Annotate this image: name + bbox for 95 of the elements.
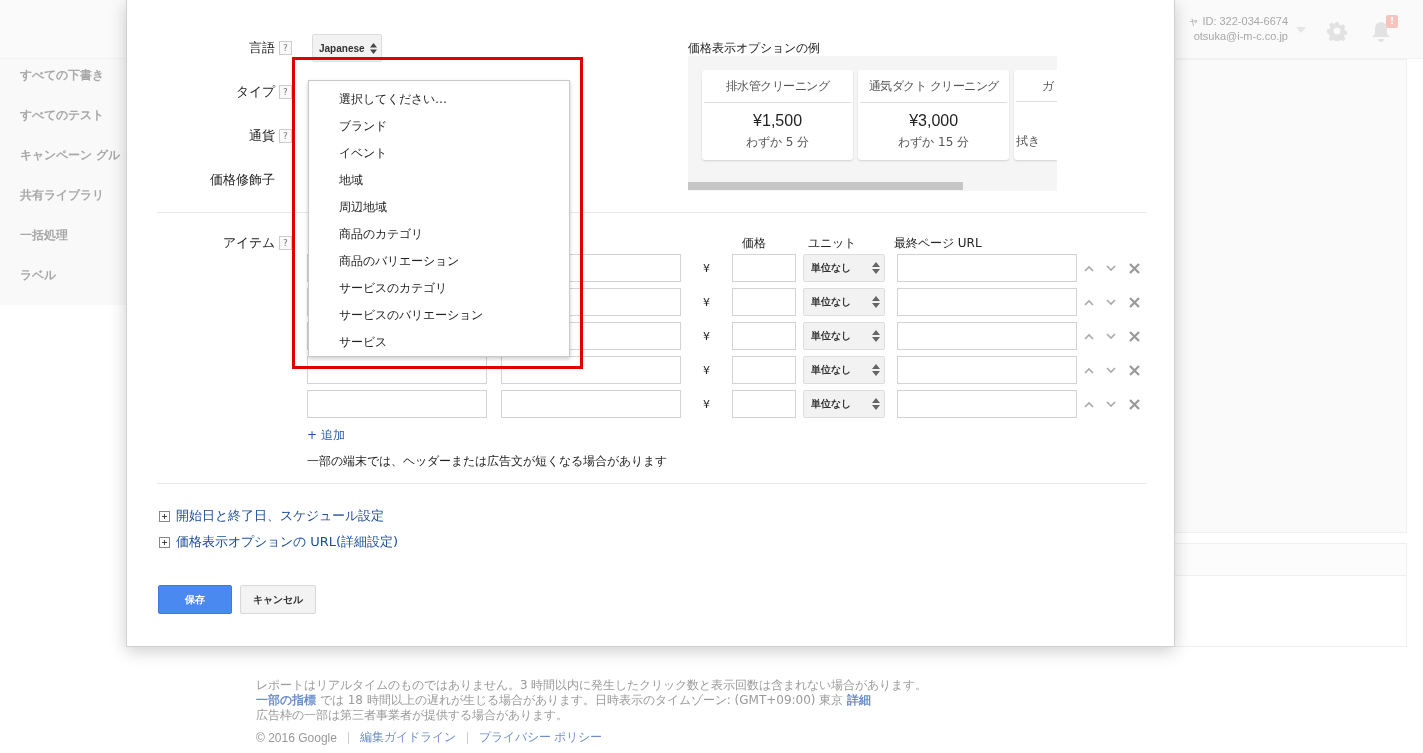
chevron-down-icon[interactable] [1106,400,1116,408]
note-text: 一部の端末では、ヘッダーまたは広告文が短くなる場合があります [307,453,667,469]
dropdown-option[interactable]: サービスのバリエーション [339,302,483,329]
dropdown-option[interactable]: サービスのカテゴリ [339,275,447,302]
card-price: ¥1,500 [753,111,803,131]
unit-select[interactable]: 単位なし [803,356,885,384]
card-subtitle: 拭き [1016,133,1041,150]
card-title: 排水管クリーニング [704,70,852,103]
field-label: 価格修飾子 [209,171,275,189]
url-field[interactable] [897,322,1077,350]
account-id: ャ ID: 322-034-6674 [1188,14,1288,29]
currency-symbol: ¥ [702,397,711,411]
sort-arrows-icon [872,262,880,274]
dropdown-option[interactable]: 地域 [339,167,363,194]
price-field[interactable] [732,322,796,350]
account-email: otsuka@i-m-c.co.jp [1193,30,1288,42]
cancel-button[interactable]: キャンセル [240,585,316,614]
copyright-text: © 2016 Google [256,730,337,745]
footer-link[interactable]: プライバシー ポリシー [478,729,603,746]
chevron-up-icon[interactable] [1084,400,1094,408]
unit-select[interactable]: 単位なし [803,322,885,350]
dropdown-option[interactable]: ブランド [339,113,387,140]
field-label: 通貨 [248,127,275,145]
field-label: 言語 [248,39,275,57]
close-icon[interactable] [1129,262,1140,274]
url-field[interactable] [897,254,1077,282]
url-field[interactable] [897,288,1077,316]
dropdown-option[interactable]: イベント [339,140,387,167]
sort-arrows-icon [872,330,880,342]
add-link[interactable]: + 追加 [307,426,345,444]
currency-symbol: ¥ [702,363,711,377]
dropdown-option[interactable]: 選択してください… [339,86,447,113]
url-field[interactable] [897,356,1077,384]
close-icon[interactable] [1129,330,1140,342]
help-button[interactable]: ? [279,85,292,99]
close-icon[interactable] [1129,296,1140,308]
notification-badge: ! [1386,15,1398,28]
plus-box-icon[interactable] [159,510,170,522]
field-label: タイプ [235,83,275,101]
card-title: 通気ダクト クリーニング [860,70,1008,103]
column-header: ユニット [808,234,856,252]
language-select[interactable]: Japanese [312,34,382,62]
unit-select[interactable]: 単位なし [803,288,885,316]
unit-select[interactable]: 単位なし [803,390,885,418]
chevron-down-icon[interactable] [1106,332,1116,340]
expander-link[interactable]: 開始日と終了日、スケジュール設定 [176,507,384,525]
footer-note: 広告枠の一部は第三者事業者が提供する場合があります。 [256,708,569,723]
dropdown-option[interactable]: 商品のカテゴリ [339,221,423,248]
chevron-up-icon[interactable] [1084,298,1094,306]
card-subtitle: わずか 15 分 [898,134,970,151]
price-field[interactable] [732,390,796,418]
unit-select[interactable]: 単位なし [803,254,885,282]
close-icon[interactable] [1129,398,1140,410]
input-field[interactable] [307,390,487,418]
column-header: 最終ページ URL [894,234,982,252]
plus-box-icon[interactable] [159,536,170,548]
sort-arrows-icon [872,398,880,410]
dropdown-option[interactable]: 周辺地域 [339,194,387,221]
column-header: 価格 [742,234,766,252]
help-button[interactable]: ? [279,129,292,143]
card-subtitle: わずか 5 分 [745,134,810,151]
price-field[interactable] [732,288,796,316]
card-price: ¥3,000 [909,111,959,131]
footer-link[interactable]: 編集ガイドライン [359,729,456,746]
help-button[interactable]: ? [279,41,292,55]
input-field[interactable] [501,356,681,384]
help-button[interactable]: ? [279,236,292,250]
close-icon[interactable] [1129,364,1140,376]
footer-note: 一部の指標 では 18 時間以上の遅れが生じる場合があります。日時表示のタイムゾーン: (GMT+09:00) 東京 詳細 [256,693,873,708]
chevron-down-icon[interactable] [1106,366,1116,374]
field-label: アイテム [222,234,275,252]
price-field[interactable] [732,356,796,384]
sort-arrows-icon [872,296,880,308]
settings-icon[interactable] [1327,21,1347,41]
currency-symbol: ¥ [702,329,711,343]
dropdown-option[interactable]: 商品のバリエーション [339,248,459,275]
currency-symbol: ¥ [702,295,711,309]
chevron-down-icon[interactable] [1106,298,1116,306]
currency-symbol: ¥ [702,261,711,275]
url-field[interactable] [897,390,1077,418]
chevron-up-icon[interactable] [1084,264,1094,272]
card-title: ガ [1016,70,1057,102]
input-field[interactable] [501,390,681,418]
preview-title: 価格表示オプションの例 [688,40,821,56]
footer-note: レポートはリアルタイムのものではありません。3 時間以内に発生したクリック数と表示回数は含まれない場合があります。 [256,678,928,693]
bell-icon[interactable] [1371,20,1391,42]
chevron-up-icon[interactable] [1084,366,1094,374]
price-field[interactable] [732,254,796,282]
chevron-up-icon[interactable] [1084,332,1094,340]
sort-arrows-icon [369,42,377,54]
sort-arrows-icon [872,364,880,376]
expander-link[interactable]: 価格表示オプションの URL(詳細設定) [176,533,399,551]
scrollbar-thumb[interactable] [688,182,963,190]
dropdown-option[interactable]: サービス [339,329,387,356]
chevron-down-icon[interactable] [1106,264,1116,272]
